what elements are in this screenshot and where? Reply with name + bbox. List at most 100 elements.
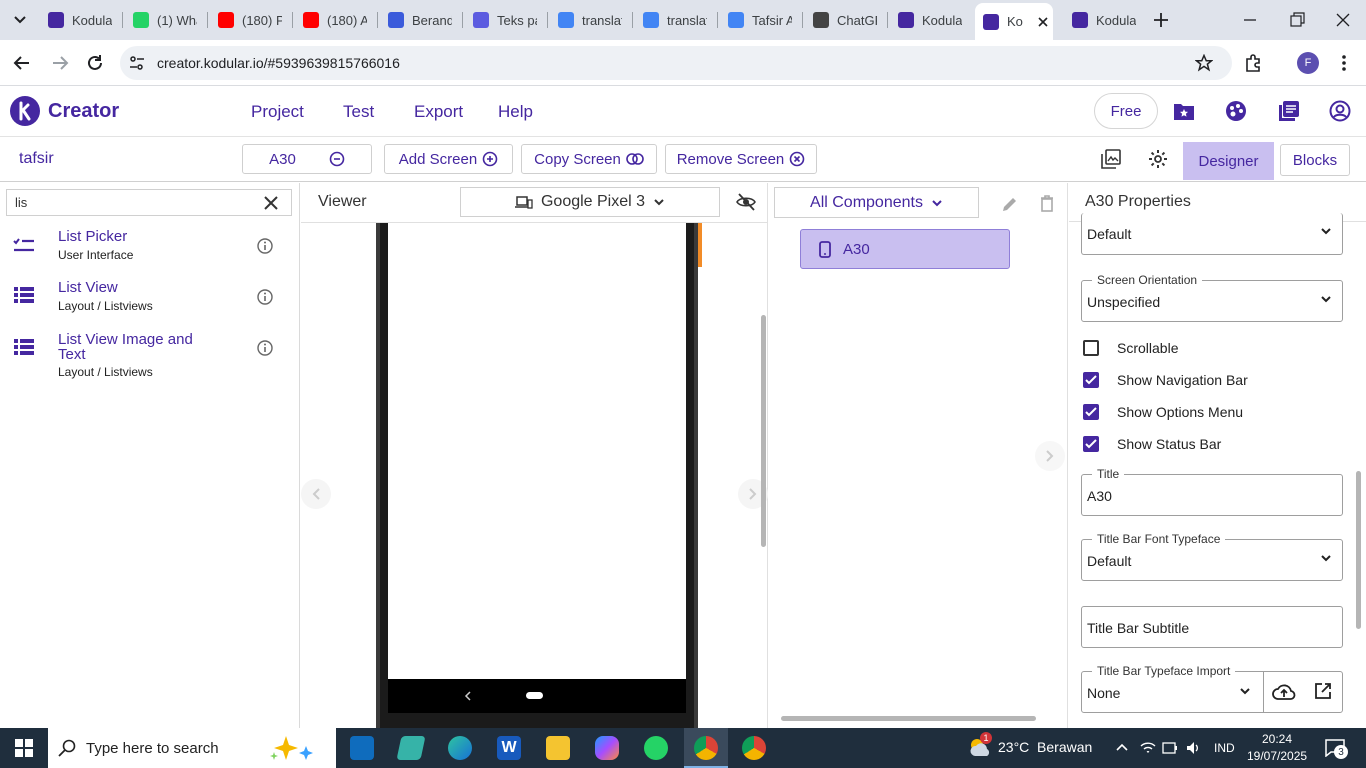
tree-node-screen[interactable]: A30 <box>800 229 1010 269</box>
browser-tab[interactable]: (180) P <box>210 5 289 35</box>
title-value[interactable]: A30 <box>1087 488 1112 504</box>
palette-item-list-view-image-text[interactable]: List View Image and Text Layout / Listvi… <box>0 331 300 386</box>
components-filter-dropdown[interactable]: All Components <box>774 187 979 218</box>
remove-screen-button[interactable]: Remove Screen <box>665 144 817 174</box>
palette-item-list-view[interactable]: List View Layout / Listviews <box>0 279 300 329</box>
browser-tab[interactable]: Kodula <box>40 5 119 35</box>
tree-next-arrow[interactable] <box>1035 441 1065 471</box>
screen-orientation-dropdown[interactable]: Screen Orientation Unspecified <box>1081 273 1343 322</box>
browser-tab[interactable]: Tafsir A <box>720 5 799 35</box>
checkbox-box[interactable] <box>1083 436 1099 452</box>
show-navigation-bar-checkbox[interactable]: Show Navigation Bar <box>1083 372 1248 388</box>
show-options-menu-checkbox[interactable]: Show Options Menu <box>1083 404 1243 420</box>
wifi-icon[interactable] <box>1140 740 1156 756</box>
title-input[interactable]: Title A30 <box>1081 467 1343 516</box>
minimize-button[interactable] <box>1238 12 1262 28</box>
palette-icon[interactable] <box>1225 100 1247 122</box>
typeface-import-field[interactable]: Title Bar Typeface Import None <box>1081 664 1343 713</box>
word-icon[interactable]: W <box>497 736 521 760</box>
viewer-prev-arrow[interactable] <box>301 479 331 509</box>
store-icon[interactable] <box>350 736 374 760</box>
bookmark-star-icon[interactable] <box>1195 54 1213 72</box>
menu-help[interactable]: Help <box>498 102 533 122</box>
palette-search-box[interactable] <box>6 189 292 216</box>
battery-icon[interactable] <box>1162 741 1178 755</box>
file-explorer-icon[interactable] <box>546 736 570 760</box>
checkbox-box[interactable] <box>1083 372 1099 388</box>
gallery-icon[interactable] <box>1101 149 1121 169</box>
folder-star-icon[interactable] <box>1173 101 1195 121</box>
browser-tab[interactable]: ChatGP <box>805 5 884 35</box>
browser-tab[interactable]: translat <box>635 5 714 35</box>
viewer-scrollbar[interactable] <box>761 315 766 547</box>
browser-tab[interactable]: Kodula <box>890 5 969 35</box>
checkbox-box[interactable] <box>1083 340 1099 356</box>
clear-search-button[interactable] <box>264 196 278 210</box>
subtitle-placeholder[interactable]: Title Bar Subtitle <box>1087 620 1189 636</box>
url-text[interactable]: creator.kodular.io/#5939639815766016 <box>157 55 400 71</box>
title-bar-subtitle-input[interactable]: Title Bar Subtitle <box>1081 606 1343 648</box>
weather-widget[interactable]: 1 23°C Berawan <box>968 732 1092 758</box>
info-icon[interactable] <box>257 340 273 356</box>
palette-search-input[interactable] <box>15 195 255 210</box>
phone-screen[interactable] <box>388 223 686 679</box>
clock-time[interactable]: 20:24 <box>1262 732 1292 746</box>
language-indicator[interactable]: IND <box>1214 741 1235 755</box>
palette-item-list-picker[interactable]: List Picker User Interface <box>0 227 300 277</box>
browser-tab[interactable]: translat <box>550 5 629 35</box>
designer-tab[interactable]: Designer <box>1183 142 1274 180</box>
close-tab-icon[interactable] <box>1037 16 1049 28</box>
reload-button[interactable] <box>84 52 106 74</box>
start-button[interactable] <box>15 739 33 757</box>
taskbar-search[interactable]: Type here to search <box>48 728 336 768</box>
blocks-tab[interactable]: Blocks <box>1280 144 1350 176</box>
tree-horizontal-scrollbar[interactable] <box>781 716 1036 721</box>
browser-tab[interactable]: Teks pa <box>465 5 544 35</box>
site-info-icon[interactable] <box>129 55 145 71</box>
close-window-button[interactable] <box>1332 10 1354 30</box>
copilot-icon[interactable] <box>595 736 619 760</box>
settings-gear-icon[interactable] <box>1148 149 1168 169</box>
add-screen-button[interactable]: Add Screen <box>384 144 513 174</box>
profile-avatar[interactable]: F <box>1297 52 1319 74</box>
copy-screen-button[interactable]: Copy Screen <box>521 144 657 174</box>
clock-date[interactable]: 19/07/2025 <box>1247 749 1307 763</box>
menu-project[interactable]: Project <box>251 102 304 122</box>
show-status-bar-checkbox[interactable]: Show Status Bar <box>1083 436 1221 452</box>
info-icon[interactable] <box>257 289 273 305</box>
hide-components-button[interactable] <box>736 193 756 211</box>
new-tab-button[interactable] <box>1150 9 1172 31</box>
browser-tab[interactable]: Berand <box>380 5 459 35</box>
forward-button[interactable] <box>48 52 72 74</box>
browser-tab[interactable]: (1) Wha <box>125 5 204 35</box>
library-icon[interactable] <box>1278 100 1300 122</box>
browser-tab[interactable]: Ko <box>975 3 1053 40</box>
properties-scrollbar[interactable] <box>1356 471 1361 629</box>
whatsapp-icon[interactable] <box>644 736 668 760</box>
rename-pencil-icon[interactable] <box>1001 195 1019 213</box>
delete-trash-icon[interactable] <box>1039 194 1055 212</box>
device-selector[interactable]: Google Pixel 3 <box>460 187 720 217</box>
theme-dropdown[interactable]: Default <box>1081 213 1343 255</box>
maps-app-icon[interactable] <box>396 736 426 760</box>
kodular-logo[interactable]: Creator <box>10 96 119 126</box>
back-button[interactable] <box>10 52 34 74</box>
edge-icon[interactable] <box>448 736 472 760</box>
menu-export[interactable]: Export <box>414 102 463 122</box>
tab-search-button[interactable] <box>8 8 32 32</box>
volume-icon[interactable] <box>1186 740 1202 756</box>
free-plan-button[interactable]: Free <box>1094 93 1158 129</box>
restore-button[interactable] <box>1286 10 1308 30</box>
notification-center[interactable]: 3 <box>1325 739 1348 759</box>
checkbox-box[interactable] <box>1083 404 1099 420</box>
menu-test[interactable]: Test <box>343 102 374 122</box>
taskbar-chrome-active[interactable] <box>684 728 728 768</box>
account-icon[interactable] <box>1329 100 1351 122</box>
browser-tab[interactable]: (180) A <box>295 5 374 35</box>
cloud-upload-icon[interactable] <box>1272 682 1296 702</box>
chrome-profile-icon[interactable] <box>742 736 766 760</box>
address-bar[interactable]: creator.kodular.io/#5939639815766016 <box>120 46 1232 80</box>
open-external-icon[interactable] <box>1314 682 1332 700</box>
scrollable-checkbox[interactable]: Scrollable <box>1083 340 1178 356</box>
chevron-up-icon[interactable] <box>1115 742 1129 752</box>
